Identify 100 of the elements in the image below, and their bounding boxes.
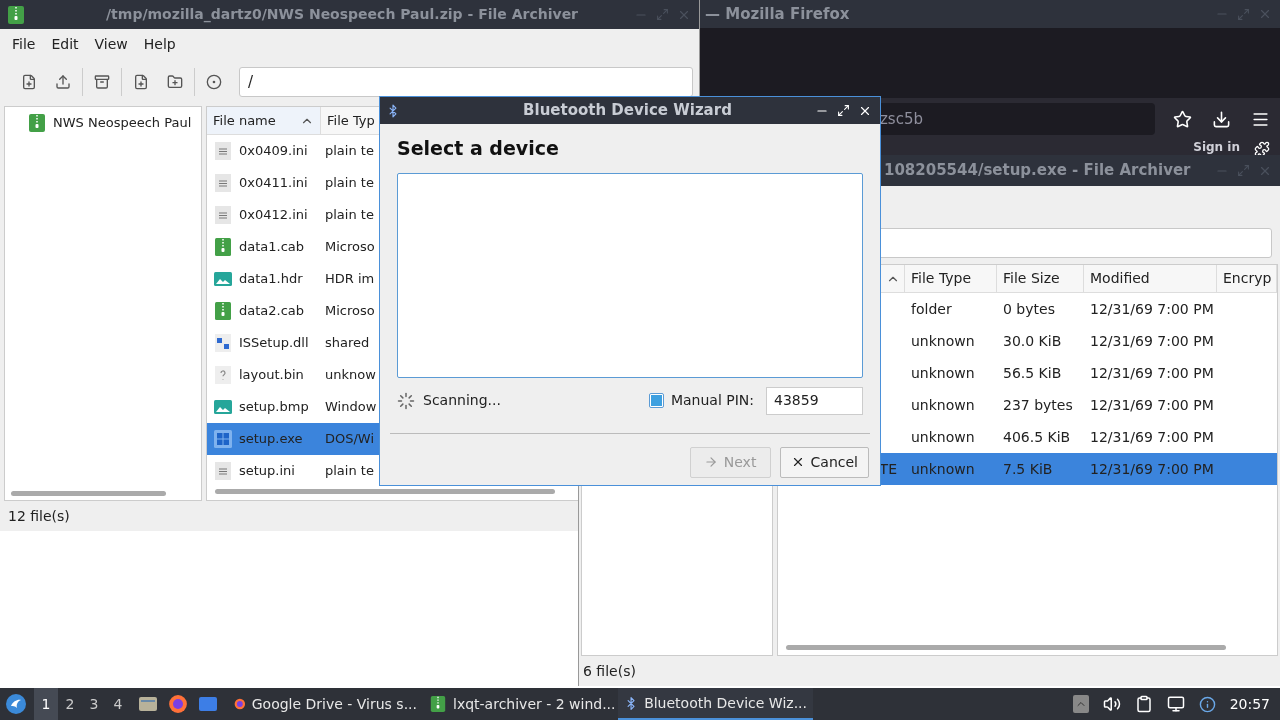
text-file-icon	[213, 141, 233, 161]
file-type: HDR im	[324, 270, 375, 289]
file-type: Microso	[324, 302, 375, 321]
image-file-icon	[213, 269, 233, 289]
path-field[interactable]: /	[239, 67, 693, 97]
modified-date: 12/31/69 7:00 PM	[1090, 332, 1214, 349]
text-file-icon	[213, 461, 233, 481]
menu-item[interactable]: Edit	[43, 34, 87, 55]
start-menu-icon[interactable]	[5, 693, 27, 715]
file-row[interactable]: data2.cab Microso	[207, 295, 379, 327]
tree-item[interactable]: NWS Neospeech Paul	[5, 107, 201, 139]
file-row[interactable]: setup.exe DOS/Wi	[207, 423, 379, 455]
file-row[interactable]: 0x0409.ini plain te	[207, 135, 379, 167]
file-name: 0x0409.ini	[239, 142, 308, 161]
column-header[interactable]: File Type	[905, 265, 997, 292]
file-type: unknow	[324, 366, 376, 385]
file-row[interactable]: 0x0411.ini plain te	[207, 167, 379, 199]
bookmark-star-icon[interactable]	[1173, 109, 1192, 129]
text-file-icon	[213, 205, 233, 225]
workspace-button[interactable]: 1	[34, 688, 58, 720]
browser-icon[interactable]	[168, 694, 188, 714]
tray-expand-icon[interactable]	[1072, 695, 1089, 713]
file-type: folder	[911, 300, 952, 317]
taskbar-task[interactable]: Bluetooth Device Wiz...	[618, 688, 813, 720]
volume-icon[interactable]	[1102, 695, 1121, 713]
window-title: 108205544/setup.exe - File Archiver	[883, 160, 1192, 182]
toolbar-icon[interactable]	[206, 74, 222, 90]
scrollbar[interactable]	[215, 488, 555, 494]
workspace-button[interactable]: 3	[82, 688, 106, 720]
cancel-button[interactable]: Cancel	[779, 446, 869, 478]
file-type: Microso	[324, 238, 375, 257]
spinner-icon	[397, 391, 415, 410]
url-field[interactable]: zsc5b	[878, 103, 1155, 135]
column-header[interactable]: File Typ	[321, 107, 379, 134]
file-name: TE	[879, 459, 897, 479]
file-type: plain te	[324, 462, 374, 481]
file-row[interactable]: setup.ini plain te	[207, 455, 379, 485]
toolbar-icon[interactable]	[167, 74, 183, 90]
toolbar-icon[interactable]	[21, 74, 37, 90]
file-row[interactable]: setup.bmp Window	[207, 391, 379, 423]
sign-in-link[interactable]: Sign in	[1193, 141, 1240, 153]
modified-date: 12/31/69 7:00 PM	[1090, 396, 1214, 413]
column-header[interactable]: Modified	[1084, 265, 1217, 292]
column-header[interactable]: Encryp	[1217, 265, 1277, 292]
manual-pin-label: Manual PIN:	[670, 391, 754, 410]
file-type: unknown	[911, 332, 975, 349]
workspace-button[interactable]: 2	[58, 688, 82, 720]
notification-icon[interactable]	[1198, 695, 1216, 713]
maximize-button[interactable]	[837, 104, 850, 117]
taskbar-task[interactable]: Google Drive - Virus s...	[228, 688, 423, 720]
archiver-icon	[6, 4, 26, 25]
file-manager-icon[interactable]	[138, 695, 158, 713]
unknown-file-icon	[213, 365, 233, 385]
scrollbar[interactable]	[786, 644, 1226, 650]
toolbar-icon[interactable]	[55, 74, 71, 90]
file-row[interactable]: 0x0412.ini plain te	[207, 199, 379, 231]
file-type: unknown	[911, 364, 975, 381]
text-file-icon	[213, 173, 233, 193]
file-row[interactable]: ISSetup.dll shared	[207, 327, 379, 359]
image-file-icon	[213, 397, 233, 417]
file-size: 56.5 KiB	[1003, 364, 1062, 381]
menu-item[interactable]: Help	[135, 34, 184, 55]
menu-item[interactable]: File	[4, 34, 44, 55]
taskbar-task[interactable]: lxqt-archiver - 2 wind...	[423, 688, 618, 720]
toolbar-icon[interactable]	[94, 74, 110, 90]
network-icon[interactable]	[1166, 695, 1185, 713]
file-type: unknown	[911, 396, 975, 413]
archive-file-icon	[213, 237, 233, 257]
windows-file-icon	[213, 429, 233, 449]
file-type: unknown	[911, 460, 975, 477]
workspace-button[interactable]: 4	[106, 688, 130, 720]
window-title: /tmp/mozilla_dartz0/NWS Neospeech Paul.zip - File Archiver	[106, 5, 580, 25]
extensions-icon[interactable]	[1254, 141, 1270, 157]
archive-file-icon	[213, 301, 233, 321]
file-type: Window	[324, 398, 377, 417]
file-name: setup.bmp	[239, 398, 309, 417]
file-size: 237 bytes	[1003, 396, 1073, 413]
modified-date: 12/31/69 7:00 PM	[1090, 428, 1214, 445]
dialog-heading: Select a device	[397, 136, 560, 161]
arrow-icon	[703, 455, 718, 469]
file-row[interactable]: data1.cab Microso	[207, 231, 379, 263]
file-name: setup.ini	[239, 462, 295, 481]
file-name: data1.hdr	[239, 270, 303, 289]
file-row[interactable]: data1.hdr HDR im	[207, 263, 379, 295]
scrollbar[interactable]	[11, 490, 166, 496]
clipboard-icon[interactable]	[1134, 695, 1153, 713]
pin-field[interactable]: 43859	[766, 386, 863, 415]
menu-item[interactable]: View	[86, 34, 136, 55]
manual-pin-checkbox[interactable]	[648, 393, 664, 408]
file-size: 30.0 KiB	[1003, 332, 1062, 349]
archiver-icon	[429, 695, 447, 713]
window-icon[interactable]	[198, 695, 218, 713]
dialog-title: Bluetooth Device Wizard	[522, 100, 733, 122]
file-name: data2.cab	[239, 302, 305, 321]
file-row[interactable]: layout.bin unknow	[207, 359, 379, 391]
toolbar-icon[interactable]	[133, 74, 149, 90]
column-header[interactable]: File Size	[997, 265, 1084, 292]
download-icon[interactable]	[1212, 109, 1231, 129]
column-header[interactable]: File name	[207, 107, 321, 134]
file-type: unknown	[911, 428, 975, 445]
